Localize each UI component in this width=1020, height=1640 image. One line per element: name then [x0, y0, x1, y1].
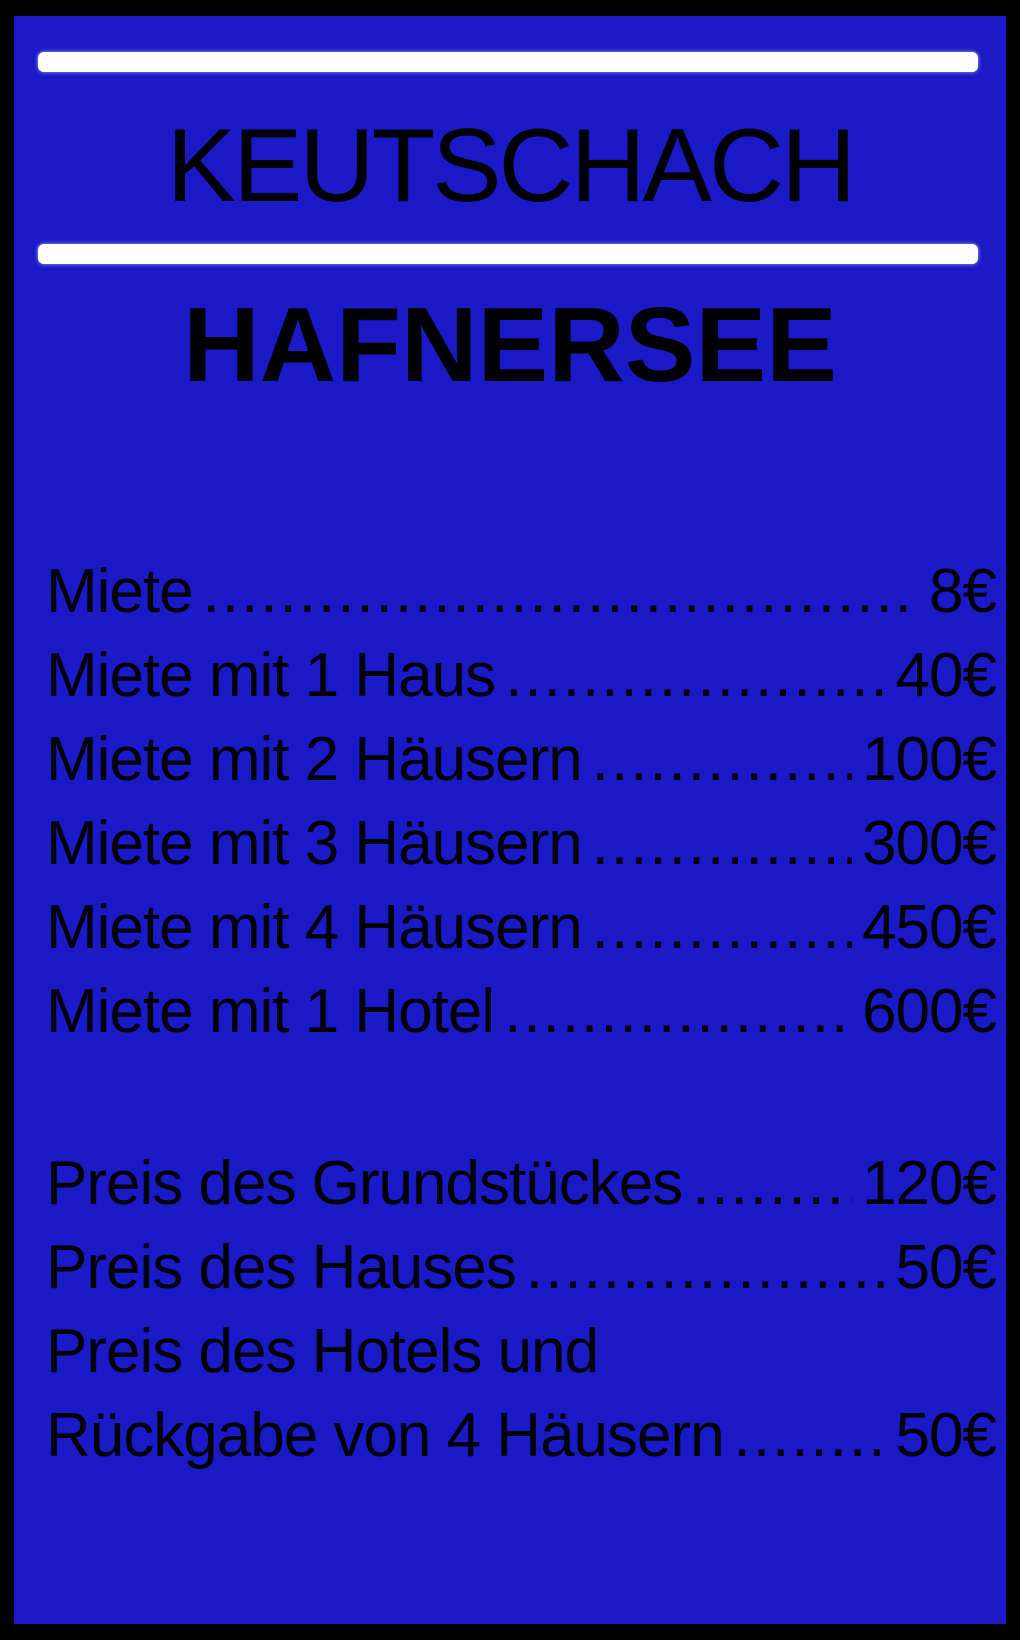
dot-leader [504, 970, 852, 1054]
rent-label: Miete mit 3 Häusern [46, 809, 583, 878]
dot-leader [505, 634, 885, 718]
price-amount: 50€ [895, 1233, 997, 1302]
rent-label: Miete [46, 557, 194, 626]
rent-row-base: Miete 8€ [46, 550, 997, 634]
top-stripe [38, 52, 978, 72]
rent-amount: 450€ [862, 893, 997, 962]
rent-table: Miete 8€ Miete mit 1 Haus 40€ Miete mit … [46, 550, 997, 1478]
price-row-hotel-line2: Rückgabe von 4 Häusern 50€ [46, 1394, 997, 1478]
price-row-property: Preis des Grundstückes 120€ [46, 1142, 997, 1226]
dot-leader [592, 886, 852, 970]
rent-label: Miete mit 2 Häusern [46, 725, 583, 794]
dot-leader [203, 550, 919, 634]
rent-row-1-house: Miete mit 1 Haus 40€ [46, 634, 997, 718]
rent-label: Miete mit 1 Haus [46, 641, 496, 710]
street-name: HAFNERSEE [183, 286, 837, 404]
dot-leader [592, 802, 852, 886]
price-label: Rückgabe von 4 Häusern [46, 1401, 725, 1470]
price-row-hotel-line1: Preis des Hotels und [46, 1310, 996, 1394]
price-label: Preis des Hauses [46, 1233, 517, 1302]
rent-label: Miete mit 4 Häusern [46, 893, 583, 962]
rent-row-3-houses: Miete mit 3 Häusern 300€ [46, 802, 997, 886]
rent-amount: 8€ [929, 557, 997, 626]
bottom-stripe [38, 244, 978, 264]
price-row-house: Preis des Hauses 50€ [46, 1226, 997, 1310]
rent-row-4-houses: Miete mit 4 Häusern 450€ [46, 886, 997, 970]
rent-amount: 100€ [862, 725, 997, 794]
dot-leader [734, 1394, 886, 1478]
dot-leader [692, 1142, 852, 1226]
dot-leader [526, 1226, 886, 1310]
price-amount: 120€ [862, 1149, 997, 1218]
rent-amount: 600€ [862, 977, 997, 1046]
rent-amount: 40€ [895, 641, 997, 710]
price-label: Preis des Grundstückes [46, 1149, 683, 1218]
dot-leader [592, 718, 852, 802]
rent-row-hotel: Miete mit 1 Hotel 600€ [46, 970, 997, 1054]
rent-amount: 300€ [862, 809, 997, 878]
price-label: Preis des Hotels und [46, 1317, 599, 1386]
price-amount: 50€ [895, 1401, 997, 1470]
rent-label: Miete mit 1 Hotel [46, 977, 495, 1046]
rent-row-2-houses: Miete mit 2 Häusern 100€ [46, 718, 997, 802]
city-name: KEUTSCHACH [166, 108, 857, 224]
property-card: KEUTSCHACH HAFNERSEE Miete 8€ Miete mit … [14, 16, 1006, 1624]
